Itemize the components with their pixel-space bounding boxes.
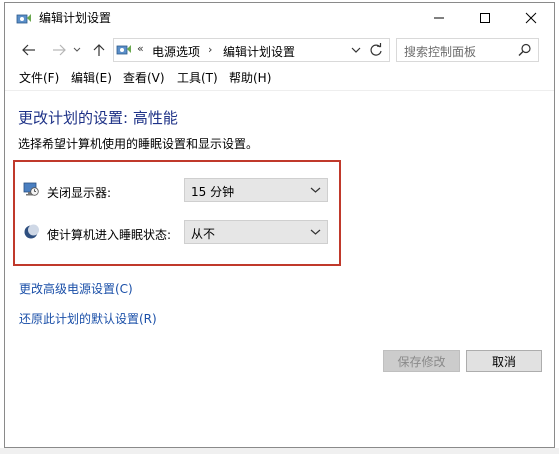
sleep-moon-icon [24,224,39,239]
chevron-down-icon [73,47,81,52]
arrow-right-icon [53,44,66,56]
search-placeholder[interactable]: 搜索控制面板 [404,43,476,60]
cancel-button[interactable]: 取消 [466,350,542,372]
arrow-up-icon [93,44,105,56]
minimize-icon [434,17,444,19]
recent-locations-button[interactable] [71,41,83,59]
title-bar[interactable]: 编辑计划设置 [5,3,554,33]
menu-edit[interactable]: 编辑(E) [71,71,112,85]
forward-button[interactable] [49,41,69,59]
page-description: 选择希望计算机使用的睡眠设置和显示设置。 [18,137,259,151]
maximize-button[interactable] [462,3,508,33]
page-background [0,448,559,454]
main-content: 更改计划的设置: 高性能 选择希望计算机使用的睡眠设置和显示设置。 关闭显示器:… [5,90,554,447]
minimize-button[interactable] [416,3,462,33]
up-button[interactable] [89,41,109,59]
address-bar[interactable]: « 电源选项 › 编辑计划设置 [113,38,390,62]
search-icon[interactable] [518,43,532,57]
display-off-select[interactable]: 15 分钟 [184,178,328,202]
breadcrumb-power-options[interactable]: 电源选项 [152,43,200,60]
save-changes-button[interactable]: 保存修改 [383,350,460,372]
search-box[interactable]: 搜索控制面板 [396,38,539,62]
navigation-bar: « 电源选项 › 编辑计划设置 搜索控制面板 [5,33,554,67]
menu-help[interactable]: 帮助(H) [229,71,271,85]
back-button[interactable] [19,41,39,59]
breadcrumb-separator-icon[interactable]: › [208,43,212,56]
menu-view[interactable]: 查看(V) [123,71,165,85]
breadcrumb-edit-plan[interactable]: 编辑计划设置 [223,43,295,60]
advanced-power-settings-link[interactable]: 更改高级电源设置(C) [19,280,133,297]
restore-defaults-link[interactable]: 还原此计划的默认设置(R) [19,310,157,327]
refresh-icon[interactable] [369,43,383,57]
display-off-value: 15 分钟 [191,185,235,199]
menu-tools[interactable]: 工具(T) [177,71,218,85]
menu-file[interactable]: 文件(F) [19,71,59,85]
menu-bar: 文件(F) 编辑(E) 查看(V) 工具(T) 帮助(H) [5,67,554,89]
arrow-left-icon [22,44,35,56]
highlight-box: 关闭显示器: 15 分钟 使计算机进入睡眠状态: 从不 [13,160,341,266]
chevron-down-icon [310,229,321,235]
edit-plan-settings-window: 编辑计划设置 « 电源选项 › 编辑计划设置 搜索控制面板 文件(F) 编辑(E… [4,2,555,448]
sleep-select[interactable]: 从不 [184,220,328,244]
power-options-icon [16,14,31,24]
display-off-label: 关闭显示器: [47,186,112,200]
address-dropdown-icon[interactable] [350,45,362,55]
sleep-value: 从不 [191,227,216,241]
monitor-clock-icon [23,182,39,196]
maximize-icon [480,13,490,23]
close-icon [525,12,537,24]
power-options-icon [116,45,131,55]
sleep-label: 使计算机进入睡眠状态: [47,228,172,242]
overflow-chevron-icon[interactable]: « [137,42,144,55]
window-title: 编辑计划设置 [39,11,112,25]
close-button[interactable] [508,3,554,33]
chevron-down-icon [310,187,321,193]
page-title: 更改计划的设置: 高性能 [18,109,178,127]
